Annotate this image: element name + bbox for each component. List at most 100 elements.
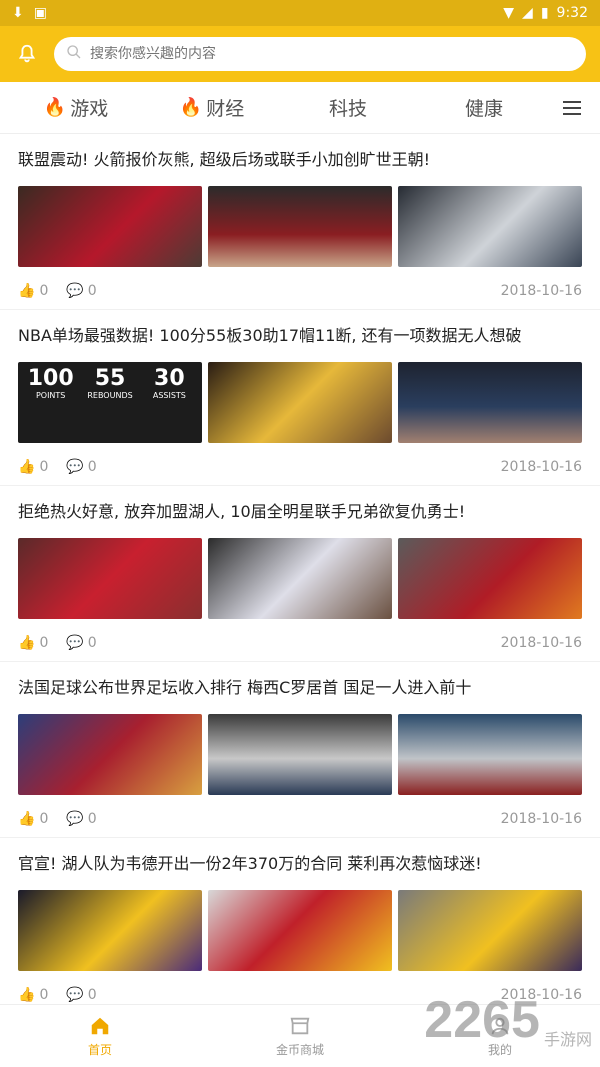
article-date: 2018-10-16 [500,635,582,651]
like-count[interactable]: 👍 0 [18,459,48,475]
article-date: 2018-10-16 [500,283,582,299]
battery-icon: ▮ [540,5,549,21]
article-item[interactable]: NBA单场最强数据! 100分55板30助17帽11断, 还有一项数据无人想破 … [0,310,600,486]
top-header [0,26,600,82]
nav-label: 首页 [87,1042,112,1057]
tab-tech[interactable]: 科技 [280,94,416,121]
stat-label: REBOUNDS [87,391,133,400]
flame-icon: 🔥 [43,97,67,118]
article-image [18,714,202,795]
watermark-text: 2265 [424,991,540,1049]
comment-count[interactable]: 💬 0 [66,635,96,651]
thumbs-up-icon: 👍 [18,459,36,475]
article-image [208,890,392,971]
status-time: 9:32 [556,5,588,21]
menu-icon[interactable] [552,100,592,115]
article-image [18,538,202,619]
article-image [18,186,202,267]
thumbs-up-icon: 👍 [18,987,36,1003]
thumbs-up-icon: 👍 [18,811,36,827]
like-value: 0 [39,283,49,299]
category-tabs: 🔥 游戏 🔥 财经 科技 健康 [0,82,600,134]
comment-icon: 💬 [66,811,84,827]
nav-shop[interactable]: 金币商城 [200,1005,400,1067]
search-bar[interactable] [54,37,586,71]
comment-value: 0 [87,635,97,651]
like-count[interactable]: 👍 0 [18,811,48,827]
thumbs-up-icon: 👍 [18,283,36,299]
search-icon [66,44,82,64]
like-value: 0 [39,459,49,475]
download-icon: ⬇ [12,5,24,21]
article-image [398,186,582,267]
search-input[interactable] [90,46,574,62]
comment-icon: 💬 [66,283,84,299]
article-title: NBA单场最强数据! 100分55板30助17帽11断, 还有一项数据无人想破 [18,326,522,345]
article-images: 100 POINTS 55 REBOUNDS 30 ASSISTS [18,362,582,443]
tab-label: 科技 [328,98,367,120]
article-title: 法国足球公布世界足坛收入排行 梅西C罗居首 国足一人进入前十 [18,678,472,697]
article-image [208,538,392,619]
comment-count[interactable]: 💬 0 [66,459,96,475]
article-item[interactable]: 法国足球公布世界足坛收入排行 梅西C罗居首 国足一人进入前十 👍 0 💬 0 201… [0,662,600,838]
comment-icon: 💬 [66,987,84,1003]
stat-number: 30 [154,366,185,391]
site-watermark: 2265 手游网 [424,990,592,1050]
tab-label: 财经 [206,98,245,120]
article-date: 2018-10-16 [500,811,582,827]
article-title: 联盟震动! 火箭报价灰熊, 超级后场或联手小加创旷世王朝! [18,150,431,169]
article-image [398,538,582,619]
like-count[interactable]: 👍 0 [18,987,48,1003]
article-images [18,890,582,971]
tab-finance[interactable]: 🔥 财经 [144,94,280,121]
nav-home[interactable]: 首页 [0,1005,200,1067]
stats-graphic-image: 100 POINTS 55 REBOUNDS 30 ASSISTS [18,362,203,443]
stat-number: 55 [94,366,126,391]
comment-value: 0 [87,459,97,475]
home-icon [91,1017,109,1034]
comment-value: 0 [87,283,97,299]
comment-value: 0 [87,811,97,827]
tab-games[interactable]: 🔥 游戏 [8,94,144,121]
comment-count[interactable]: 💬 0 [66,283,96,299]
article-image [208,714,392,795]
stat-label: POINTS [35,391,66,400]
article-image [18,890,202,971]
like-value: 0 [39,811,49,827]
like-count[interactable]: 👍 0 [18,283,48,299]
article-images [18,714,582,795]
watermark-sub: 手游网 [543,1032,592,1049]
article-image [398,714,582,795]
like-count[interactable]: 👍 0 [18,635,48,651]
wifi-icon: ▼ [503,5,515,21]
article-image [208,186,392,267]
article-item[interactable]: 联盟震动! 火箭报价灰熊, 超级后场或联手小加创旷世王朝! 👍 0 💬 0 2018… [0,134,600,310]
comment-count[interactable]: 💬 0 [66,987,96,1003]
article-image [398,890,582,971]
tab-health[interactable]: 健康 [416,94,552,121]
comment-count[interactable]: 💬 0 [66,811,96,827]
comment-value: 0 [87,987,97,1003]
stat-number: 100 [27,366,74,391]
notification-icon: ▣ [33,5,47,21]
comment-icon: 💬 [66,459,84,475]
signal-icon: ◢ [522,5,533,21]
article-title: 拒绝热火好意, 放弃加盟湖人, 10届全明星联手兄弟欲复仇勇士! [18,502,466,521]
tab-label: 健康 [464,98,503,120]
article-image [208,362,393,443]
article-item[interactable]: 拒绝热火好意, 放弃加盟湖人, 10届全明星联手兄弟欲复仇勇士! 👍 0 💬 0 2… [0,486,600,662]
thumbs-up-icon: 👍 [18,635,36,651]
stat-label: ASSISTS [152,391,186,400]
article-item[interactable]: 官宣! 湖人队为韦德开出一份2年370万的合同 莱利再次惹恼球迷! 👍 0 💬 0 … [0,838,600,1004]
status-bar: ⬇ ▣ ▼ ◢ ▮ 9:32 [0,0,600,26]
news-feed: 联盟震动! 火箭报价灰熊, 超级后场或联手小加创旷世王朝! 👍 0 💬 0 2018… [0,134,600,1004]
bell-icon[interactable] [14,41,40,67]
article-images [18,538,582,619]
tab-label: 游戏 [70,98,109,120]
article-image [398,362,582,443]
article-date: 2018-10-16 [500,459,582,475]
flame-icon: 🔥 [179,97,203,118]
comment-icon: 💬 [66,635,84,651]
like-value: 0 [39,635,49,651]
shop-icon [290,1017,310,1034]
